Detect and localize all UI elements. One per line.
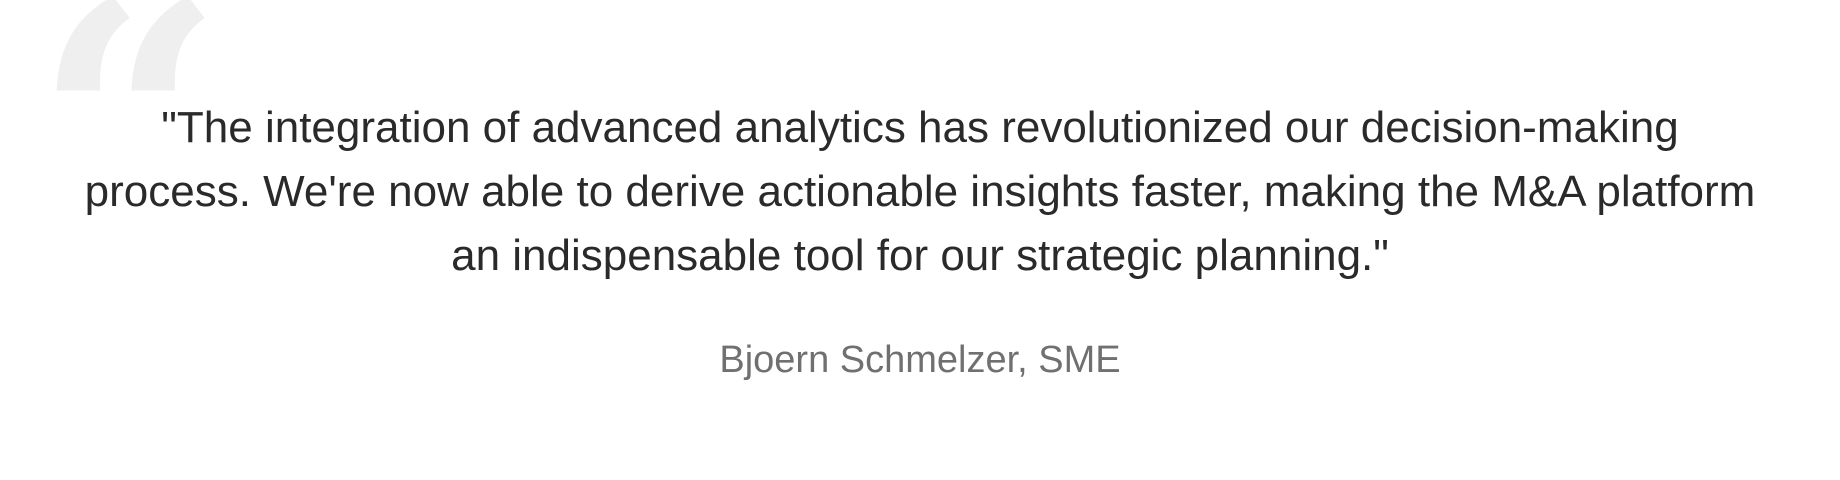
testimonial-quote: "The integration of advanced analytics h… xyxy=(84,103,1756,280)
testimonial-section: “ "The integration of advanced analytics… xyxy=(0,0,1840,480)
testimonial-author: Bjoern Schmelzer, SME xyxy=(719,339,1121,381)
